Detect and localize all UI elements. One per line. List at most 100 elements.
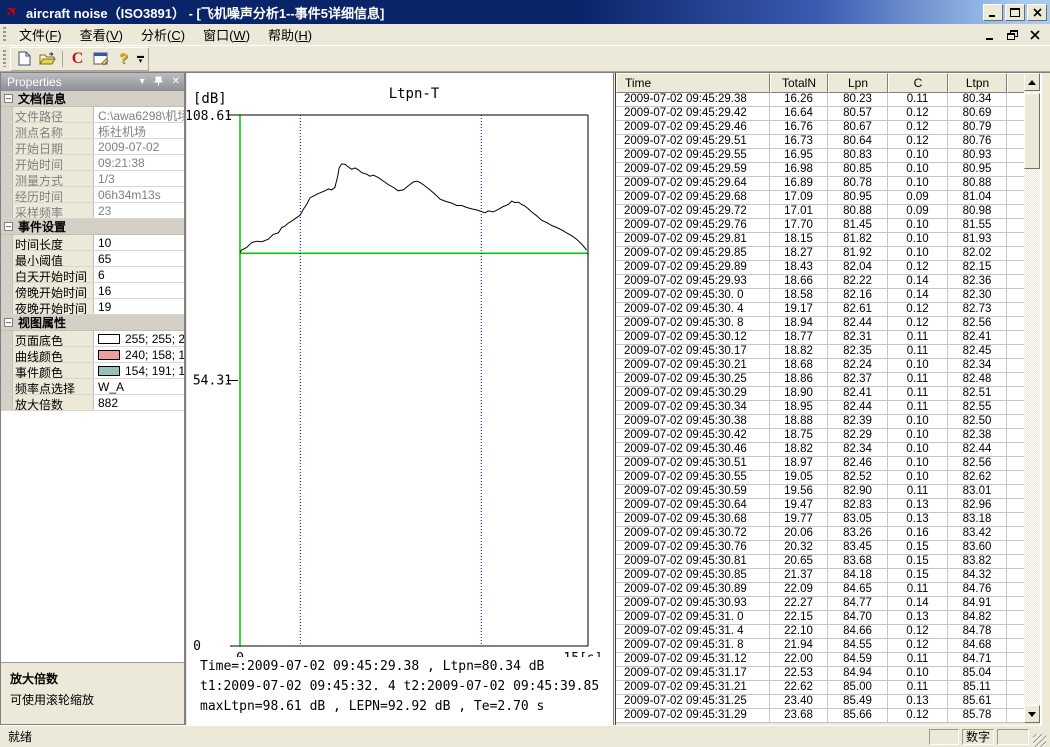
prop-value[interactable]: 1/3 — [94, 171, 184, 186]
close-button[interactable] — [1027, 4, 1047, 21]
prop-row[interactable]: 时间长度10 — [1, 235, 184, 251]
prop-value[interactable]: 255; 255; 25 — [94, 331, 184, 346]
prop-value[interactable]: 240; 158; 15 — [94, 347, 184, 362]
table-row[interactable]: 2009-07-02 09:45:29.5116.7380.640.1280.7… — [616, 135, 1050, 149]
prop-category[interactable]: –视图属性 — [1, 315, 184, 331]
prop-value[interactable]: 882 — [94, 395, 184, 410]
menu-grip-handle[interactable] — [3, 27, 6, 42]
table-row[interactable]: 2009-07-02 09:45:31. 422.1084.660.1284.7… — [616, 625, 1050, 639]
table-row[interactable]: 2009-07-02 09:45:30.5519.0582.520.1082.6… — [616, 471, 1050, 485]
column-header-totaln[interactable]: TotalN — [770, 73, 828, 93]
table-row[interactable]: 2009-07-02 09:45:30.4618.8282.340.1082.4… — [616, 443, 1050, 457]
table-row[interactable]: 2009-07-02 09:45:29.8918.4382.040.1282.1… — [616, 261, 1050, 275]
collapse-minus-icon[interactable]: – — [4, 222, 13, 231]
prop-row[interactable]: 夜晚开始时间19 — [1, 299, 184, 315]
mdi-close-icon[interactable] — [1030, 30, 1040, 40]
prop-row[interactable]: 测点名称栎社机场 — [1, 123, 184, 139]
table-row[interactable]: 2009-07-02 09:45:30.1218.7782.310.1182.4… — [616, 331, 1050, 345]
mdi-restore-icon[interactable] — [1007, 30, 1018, 40]
table-row[interactable]: 2009-07-02 09:45:29.4216.6480.570.1280.6… — [616, 107, 1050, 121]
table-row[interactable]: 2009-07-02 09:45:30.2118.6882.240.1082.3… — [616, 359, 1050, 373]
table-row[interactable]: 2009-07-02 09:45:30. 018.5882.160.1482.3… — [616, 289, 1050, 303]
scrollbar-thumb[interactable] — [1024, 93, 1040, 169]
collapse-minus-icon[interactable]: – — [4, 318, 13, 327]
table-scrollbar[interactable] — [1024, 73, 1040, 723]
table-row[interactable]: 2009-07-02 09:45:30.8521.3784.180.1584.3… — [616, 569, 1050, 583]
table-row[interactable]: 2009-07-02 09:45:30.3818.8882.390.1082.5… — [616, 415, 1050, 429]
column-header-ltpn[interactable]: Ltpn — [948, 73, 1007, 93]
table-row[interactable]: 2009-07-02 09:45:31. 022.1584.700.1384.8… — [616, 611, 1050, 625]
menu-item-file[interactable]: 文件(F) — [10, 23, 71, 46]
table-row[interactable]: 2009-07-02 09:45:31. 821.9484.550.1284.6… — [616, 639, 1050, 653]
help-button[interactable]: ? — [112, 48, 135, 70]
column-header-lpn[interactable]: Lpn — [828, 73, 888, 93]
table-row[interactable]: 2009-07-02 09:45:29.5916.9880.850.1080.9… — [616, 163, 1050, 177]
resize-grip[interactable] — [1033, 734, 1046, 747]
prop-value[interactable]: 10 — [94, 235, 184, 250]
chevron-down-icon[interactable]: ▾ — [140, 77, 145, 87]
table-row[interactable]: 2009-07-02 09:45:29.8118.1581.820.1081.9… — [616, 233, 1050, 247]
table-row[interactable]: 2009-07-02 09:45:29.5516.9580.830.1080.9… — [616, 149, 1050, 163]
mdi-minimize-icon[interactable] — [985, 30, 995, 40]
column-header-time[interactable]: Time — [616, 73, 770, 93]
prop-row[interactable]: 傍晚开始时间16 — [1, 283, 184, 299]
toolbar-grip-handle[interactable] — [3, 50, 6, 68]
prop-row[interactable]: 开始日期2009-07-02 — [1, 139, 184, 155]
prop-row[interactable]: 采样频率23 — [1, 203, 184, 219]
table-row[interactable]: 2009-07-02 09:45:30.5919.5682.900.1183.0… — [616, 485, 1050, 499]
table-row[interactable]: 2009-07-02 09:45:29.8518.2781.920.1082.0… — [616, 247, 1050, 261]
analysis-button[interactable]: C — [66, 48, 89, 70]
scroll-down-button[interactable] — [1024, 705, 1040, 723]
table-row[interactable]: 2009-07-02 09:45:31.1222.0084.590.1184.7… — [616, 653, 1050, 667]
prop-value[interactable]: 6 — [94, 267, 184, 282]
table-row[interactable]: 2009-07-02 09:45:30.4218.7582.290.1082.3… — [616, 429, 1050, 443]
scroll-up-button[interactable] — [1024, 73, 1040, 91]
table-row[interactable]: 2009-07-02 09:45:30. 818.9482.440.1282.5… — [616, 317, 1050, 331]
table-row[interactable]: 2009-07-02 09:45:30.8922.0984.650.1184.7… — [616, 583, 1050, 597]
table-row[interactable]: 2009-07-02 09:45:30.2518.8682.370.1182.4… — [616, 373, 1050, 387]
table-row[interactable]: 2009-07-02 09:45:29.4616.7680.670.1280.7… — [616, 121, 1050, 135]
prop-value[interactable]: 154; 191; 18 — [94, 363, 184, 378]
prop-row[interactable]: 放大倍数882 — [1, 395, 184, 411]
new-file-button[interactable] — [13, 48, 36, 70]
prop-value[interactable]: 16 — [94, 283, 184, 298]
table-row[interactable]: 2009-07-02 09:45:30. 419.1782.610.1282.7… — [616, 303, 1050, 317]
table-row[interactable]: 2009-07-02 09:45:30.6819.7783.050.1383.1… — [616, 513, 1050, 527]
prop-row[interactable]: 开始时间09:21:38 — [1, 155, 184, 171]
collapse-minus-icon[interactable]: – — [4, 94, 13, 103]
prop-row[interactable]: 频率点选择W_A — [1, 379, 184, 395]
prop-value[interactable]: 09:21:38 — [94, 155, 184, 170]
table-row[interactable]: 2009-07-02 09:45:29.7617.7081.450.1081.5… — [616, 219, 1050, 233]
prop-row[interactable]: 经历时间06h34m13s — [1, 187, 184, 203]
toolbar-options-icon[interactable]: ▬▾ — [135, 48, 146, 70]
table-row[interactable]: 2009-07-02 09:45:29.9318.6682.220.1482.3… — [616, 275, 1050, 289]
prop-value[interactable]: 65 — [94, 251, 184, 266]
table-row[interactable]: 2009-07-02 09:45:30.3418.9582.440.1182.5… — [616, 401, 1050, 415]
menu-item-help[interactable]: 帮助(H) — [259, 23, 321, 46]
pin-icon[interactable] — [154, 76, 163, 89]
column-header-c[interactable]: C — [888, 73, 948, 93]
table-row[interactable]: 2009-07-02 09:45:30.6419.4782.830.1382.9… — [616, 499, 1050, 513]
prop-row[interactable]: 事件颜色154; 191; 18 — [1, 363, 184, 379]
table-row[interactable]: 2009-07-02 09:45:30.8120.6583.680.1583.8… — [616, 555, 1050, 569]
table-row[interactable]: 2009-07-02 09:45:31.1722.5384.940.1085.0… — [616, 667, 1050, 681]
menu-item-view[interactable]: 查看(V) — [71, 23, 132, 46]
prop-row[interactable]: 最小阈值65 — [1, 251, 184, 267]
open-file-button[interactable] — [36, 48, 59, 70]
prop-value[interactable]: 栎社机场 — [94, 123, 184, 138]
minimize-button[interactable] — [983, 4, 1003, 21]
table-row[interactable]: 2009-07-02 09:45:30.2918.9082.410.1182.5… — [616, 387, 1050, 401]
prop-value[interactable]: 19 — [94, 299, 184, 314]
table-row[interactable]: 2009-07-02 09:45:30.7620.3283.450.1583.6… — [616, 541, 1050, 555]
table-row[interactable]: 2009-07-02 09:45:30.1718.8282.350.1182.4… — [616, 345, 1050, 359]
table-row[interactable]: 2009-07-02 09:45:29.6416.8980.780.1080.8… — [616, 177, 1050, 191]
table-row[interactable]: 2009-07-02 09:45:31.2923.6885.660.1285.7… — [616, 709, 1050, 723]
prop-row[interactable]: 页面底色255; 255; 25 — [1, 331, 184, 347]
table-row[interactable]: 2009-07-02 09:45:29.3816.2680.230.1180.3… — [616, 93, 1050, 107]
menu-item-window[interactable]: 窗口(W) — [194, 23, 259, 46]
prop-category[interactable]: –事件设置 — [1, 219, 184, 235]
prop-value[interactable]: 06h34m13s — [94, 187, 184, 202]
table-row[interactable]: 2009-07-02 09:45:30.5118.9782.460.1082.5… — [616, 457, 1050, 471]
prop-row[interactable]: 曲线颜色240; 158; 15 — [1, 347, 184, 363]
table-row[interactable]: 2009-07-02 09:45:29.6817.0980.950.0981.0… — [616, 191, 1050, 205]
